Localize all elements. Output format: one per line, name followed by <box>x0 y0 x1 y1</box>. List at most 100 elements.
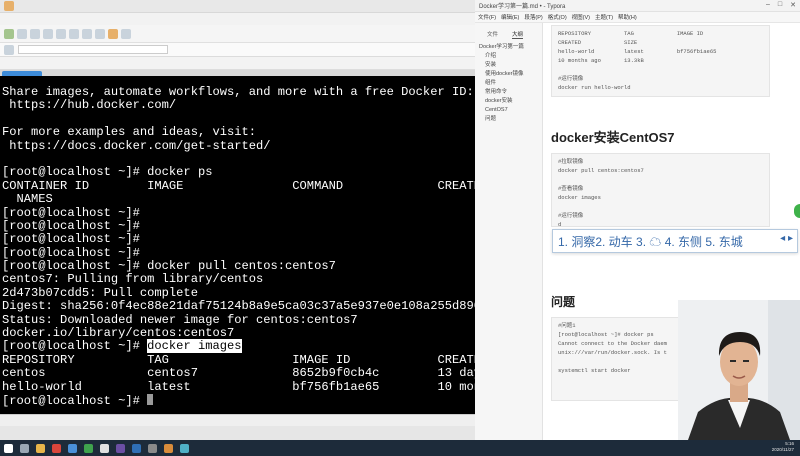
app-icon-3[interactable] <box>84 443 93 453</box>
terminal-prompt: [root@localhost ~]# <box>2 393 148 408</box>
ssh-compose-bar[interactable] <box>0 414 475 426</box>
outline-item[interactable]: CentOS7 <box>475 106 542 115</box>
open-icon[interactable] <box>17 28 27 39</box>
terminal-line: [root@localhost ~]# <box>2 245 140 260</box>
terminal-line: https://hub.docker.com/ <box>2 98 177 113</box>
presenter-image <box>678 300 800 440</box>
outline-item[interactable]: 安装 <box>475 61 542 70</box>
app-icon-6[interactable] <box>132 443 141 453</box>
terminal-table-row: hello-world latest bf756fb1ae65 10 month… <box>2 379 475 394</box>
terminal-line: [root@localhost ~]# <box>2 218 140 233</box>
typora-menu-item[interactable]: 段落(P) <box>524 13 542 21</box>
typora-menu-item[interactable]: 主题(T) <box>595 13 613 21</box>
heading-docker-centos7: docker安装CentOS7 <box>551 130 675 145</box>
terminal-active-prompt: [root@localhost ~]# <box>2 393 475 408</box>
terminal-line: [root@localhost ~]# <box>2 205 140 220</box>
outline-item[interactable]: Docker学习第一篇 <box>475 43 542 52</box>
tab-outline[interactable]: 大纲 <box>512 30 524 39</box>
typora-menu-item[interactable]: 视图(V) <box>572 13 590 21</box>
system-clock[interactable]: 5:16 2020/11/27 <box>772 441 794 453</box>
typora-window-title: Docker学习第一篇.md • - Typora <box>479 4 566 10</box>
windows-taskbar: 5:16 2020/11/27 <box>0 440 800 456</box>
ime-candidate-1[interactable]: 1. 洞察 <box>558 233 595 250</box>
ime-candidate-bar[interactable]: 1. 洞察 2. 动车 3. ☁ 4. 东侧 5. 东城 ◂ ▸ <box>552 229 798 253</box>
floating-assist-icon[interactable] <box>794 204 800 218</box>
new-session-icon[interactable] <box>4 28 14 39</box>
terminal-line: Digest: sha256:0f4ec88e21daf75124b8a9e5c… <box>2 299 475 314</box>
app-icon-2[interactable] <box>68 443 77 453</box>
ime-candidates[interactable]: 2. 动车 3. ☁ 4. 东侧 5. 东城 <box>595 233 742 250</box>
terminal-line: [root@localhost ~]# <box>2 232 140 247</box>
terminal-line: NAMES <box>2 192 53 207</box>
selected-command[interactable]: docker images <box>147 339 242 354</box>
terminal-line: 2d473b07cdd5: Pull complete <box>2 285 198 300</box>
minimize-icon[interactable]: – <box>766 1 770 9</box>
ssh-toolbar <box>0 25 475 43</box>
app-logo-icon <box>4 1 14 11</box>
copy-icon[interactable] <box>43 28 53 39</box>
ime-page-arrows-icon[interactable]: ◂ ▸ <box>780 233 793 244</box>
typora-menu-item[interactable]: 文件(F) <box>478 13 496 21</box>
search-icon[interactable] <box>20 443 29 453</box>
outline-item[interactable]: 使用docker镜像 <box>475 70 542 79</box>
ssh-quick-bar <box>0 57 475 70</box>
typora-menu-bar: 文件(F) 编辑(E) 段落(P) 格式(O) 视图(V) 主题(T) 帮助(H) <box>475 12 800 23</box>
window-controls: – □ ✕ <box>766 1 796 9</box>
paste-icon[interactable] <box>56 28 66 39</box>
font-icon[interactable] <box>95 28 105 39</box>
find-icon[interactable] <box>69 28 79 39</box>
terminal-line: docker.io/library/centos:centos7 <box>2 326 235 341</box>
maximize-icon[interactable]: □ <box>778 1 782 9</box>
app-icon-5[interactable] <box>116 443 125 453</box>
heading-problems: 问题 <box>551 295 576 309</box>
app-icon-1[interactable] <box>52 443 61 453</box>
outline-item[interactable]: 介绍 <box>475 52 542 61</box>
tab-files[interactable]: 文件 <box>487 30 498 39</box>
terminal-line: For more examples and ideas, visit: <box>2 125 257 140</box>
typora-menu-item[interactable]: 编辑(E) <box>501 13 519 21</box>
app-icon-4[interactable] <box>100 443 109 453</box>
ssh-status-bar <box>0 426 475 440</box>
start-icon[interactable] <box>4 443 13 453</box>
terminal-line: https://docs.docker.com/get-started/ <box>2 138 271 153</box>
ssh-menu-bar[interactable] <box>0 13 475 25</box>
ssh-address-bar <box>0 43 475 57</box>
settings-icon[interactable] <box>121 28 131 39</box>
file-explorer-icon[interactable] <box>36 443 45 453</box>
terminal-prompt: [root@localhost ~]# <box>2 339 148 354</box>
color-icon[interactable] <box>108 28 118 39</box>
print-icon[interactable] <box>82 28 92 39</box>
close-icon[interactable]: ✕ <box>790 1 796 9</box>
webcam-overlay <box>678 300 800 440</box>
terminal-line: [root@localhost ~]# docker pull centos:c… <box>2 259 336 274</box>
terminal-table-header: REPOSITORY TAG IMAGE ID CREATED <box>2 352 475 367</box>
clock-date: 2020/11/27 <box>771 447 794 452</box>
terminal-line: Share images, automate workflows, and mo… <box>2 85 474 99</box>
outline-list: Docker学习第一篇 介绍 安装 使用docker镜像 组件 常用命令 docker安装 C… <box>475 43 542 124</box>
outline-item[interactable]: docker安装 <box>475 97 542 106</box>
terminal-line: centos7: Pulling from library/centos <box>2 272 264 287</box>
outline-item[interactable]: 问题 <box>475 115 542 124</box>
terminal-line: CONTAINER ID IMAGE COMMAND CREATED <box>2 178 475 193</box>
app-icon-9[interactable] <box>180 443 189 453</box>
connect-icon[interactable] <box>30 28 40 39</box>
terminal-table-row: centos centos7 8652b9f0cb4c 13 days ago <box>2 366 475 381</box>
app-icon-7[interactable] <box>148 443 157 453</box>
code-block-pull[interactable]: #拉取镜像 docker pull centos:centos7 #查看镜像 d… <box>551 153 770 227</box>
outline-item[interactable]: 组件 <box>475 79 542 88</box>
terminal[interactable]: Share images, automate workflows, and mo… <box>0 76 475 414</box>
address-input[interactable] <box>18 45 168 54</box>
host-icon <box>4 44 14 55</box>
outline-item[interactable]: 常用命令 <box>475 88 542 97</box>
sidebar-tabs: 文件 大纲 <box>475 23 542 43</box>
typora-menu-item[interactable]: 格式(O) <box>548 13 567 21</box>
app-icon-8[interactable] <box>164 443 173 453</box>
typora-sidebar: 文件 大纲 Docker学习第一篇 介绍 安装 使用docker镜像 组件 常用命令 doc… <box>475 23 543 440</box>
ssh-title-bar <box>0 0 475 13</box>
terminal-cursor <box>147 393 154 405</box>
typora-menu-item[interactable]: 帮助(H) <box>618 13 637 21</box>
code-block-run[interactable]: REPOSITORY TAG IMAGE ID CREATED SIZE hel… <box>551 25 770 97</box>
typora-title-bar: Docker学习第一篇.md • - Typora – □ ✕ <box>475 0 800 12</box>
